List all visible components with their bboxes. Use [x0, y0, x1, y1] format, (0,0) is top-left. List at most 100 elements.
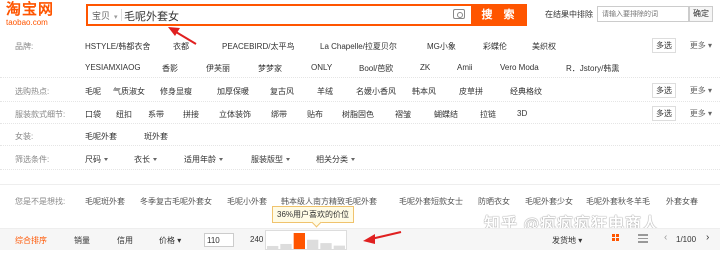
detail-multi-select-button[interactable]: 多选 [652, 106, 676, 121]
hot-item[interactable]: 韩本风 [412, 86, 436, 97]
women-item[interactable]: 毛呢外套 [85, 131, 117, 142]
brand-item[interactable]: 美织权 [532, 41, 556, 52]
women-item[interactable]: 斑外套 [144, 131, 168, 142]
caret-down-icon [104, 158, 108, 162]
suggestion-item[interactable]: 毛呢斑外套 [85, 196, 125, 207]
suggestion-item[interactable]: 毛呢小外套 [227, 196, 267, 207]
brand-item[interactable]: 梦梦家 [258, 63, 282, 74]
hot-item[interactable]: 修身显瘦 [160, 86, 192, 97]
brand-item[interactable]: 香影 [162, 63, 178, 74]
brand-item[interactable]: PEACEBIRD/太平鸟 [222, 41, 294, 52]
hot-item[interactable]: 名媛小香风 [356, 86, 396, 97]
hot-item[interactable]: 羊绒 [317, 86, 333, 97]
price-tooltip: 36%用户喜欢的价位 [272, 206, 355, 223]
sort-sales[interactable]: 销量 [74, 235, 90, 246]
suggestion-item[interactable]: 冬季复古毛呢外套女 [140, 196, 212, 207]
hot-item[interactable]: 毛呢 [85, 86, 101, 97]
hot-more-button[interactable]: 更多 ▾ [690, 85, 712, 96]
brand-item[interactable]: Vero Moda [500, 63, 539, 72]
detail-item[interactable]: 纽扣 [116, 109, 132, 120]
detail-item[interactable]: 系带 [148, 109, 164, 120]
size-dropdown[interactable]: 尺码 [85, 154, 108, 165]
search-box[interactable]: 宝贝 ▾ 毛呢外套女 [86, 4, 473, 26]
exclude-input[interactable] [597, 6, 689, 22]
category-dropdown[interactable]: 相关分类 [316, 154, 355, 165]
logo-domain: taobao.com [6, 18, 48, 27]
brand-item[interactable]: Amii [457, 63, 473, 72]
sort-price-label: 价格 [159, 236, 175, 245]
size-dropdown-label: 尺码 [85, 155, 101, 164]
detail-item[interactable]: 绑带 [271, 109, 287, 120]
brand-item[interactable]: Bool/芭欧 [359, 63, 393, 74]
brand-item[interactable]: ONLY [311, 63, 332, 72]
search-type-select[interactable]: 宝贝 ▾ [92, 9, 118, 22]
brand-item[interactable]: R．Jstory/韩熏 [566, 63, 619, 74]
brand-item[interactable]: HSTYLE/韩都衣舍 [85, 41, 150, 52]
suggestion-item[interactable]: 毛呢外套秋冬羊毛 [586, 196, 650, 207]
detail-item[interactable]: 蝴蝶结 [434, 109, 458, 120]
list-view-icon[interactable] [638, 234, 648, 244]
hot-multi-select-button[interactable]: 多选 [652, 83, 676, 98]
suggestion-item[interactable]: 外套女春 [666, 196, 698, 207]
length-dropdown-label: 衣长 [134, 155, 150, 164]
brand-item[interactable]: La Chapelle/拉夏贝尔 [320, 41, 397, 52]
suggestion-item[interactable]: 毛呢外套少女 [525, 196, 573, 207]
brand-item[interactable]: YESIAMXIAOG [85, 63, 141, 72]
brand-item[interactable]: ZK [420, 63, 430, 72]
detail-item[interactable]: 拉链 [480, 109, 496, 120]
detail-item[interactable]: 3D [517, 109, 527, 118]
prev-page-icon[interactable]: ‹ [664, 232, 667, 243]
detail-item[interactable]: 褶皱 [395, 109, 411, 120]
detail-item[interactable]: 立体装饰 [219, 109, 251, 120]
grid-view-icon[interactable] [612, 234, 622, 244]
sort-price[interactable]: 价格 ▾ [159, 235, 181, 246]
age-dropdown-label: 适用年龄 [184, 155, 216, 164]
brand-item[interactable]: MG小象 [427, 41, 456, 52]
caret-down-icon [153, 158, 157, 162]
next-page-icon[interactable]: › [706, 232, 709, 243]
hot-item[interactable]: 复古风 [270, 86, 294, 97]
detail-item[interactable]: 拼接 [183, 109, 199, 120]
suggestion-item[interactable]: 毛呢外套短款女士 [399, 196, 463, 207]
length-dropdown[interactable]: 衣长 [134, 154, 157, 165]
search-button[interactable]: 搜 索 [473, 4, 527, 26]
women-filter-key: 女装: [15, 132, 34, 141]
sort-default[interactable]: 综合排序 [15, 235, 47, 246]
brand-item[interactable]: 伊芙丽 [206, 63, 230, 74]
ship-from-dropdown[interactable]: 发货地 ▾ [552, 235, 582, 246]
hot-item[interactable]: 加厚保暖 [217, 86, 249, 97]
price-distribution-chart[interactable] [265, 230, 347, 250]
price-distribution-svg [267, 233, 345, 249]
hot-item[interactable]: 皮草拼 [459, 86, 483, 97]
price-min-input[interactable]: 110 [204, 233, 234, 247]
chevron-down-icon: ▾ [114, 14, 118, 21]
price-distribution-bar [267, 245, 279, 249]
suggestion-item[interactable]: 防晒衣女 [478, 196, 510, 207]
taobao-logo[interactable]: 淘宝网 taobao.com [6, 2, 54, 28]
age-dropdown[interactable]: 适用年龄 [184, 154, 223, 165]
hot-item[interactable]: 气质淑女 [113, 86, 145, 97]
criteria-filter-key: 筛选条件: [15, 155, 50, 164]
detail-more-label: 更多 [689, 109, 706, 118]
search-type-label: 宝贝 [92, 11, 111, 21]
sort-credit[interactable]: 信用 [117, 235, 133, 246]
brand-item[interactable]: 彩蝶伦 [483, 41, 507, 52]
detail-item[interactable]: 贴布 [307, 109, 323, 120]
price-distribution-bar [280, 243, 292, 249]
price-max-value[interactable]: 240 [250, 235, 263, 244]
hot-item[interactable]: 经典格纹 [510, 86, 542, 97]
ship-from-label: 发货地 [552, 236, 576, 245]
brand-more-button[interactable]: 更多 ▾ [690, 40, 712, 51]
fit-dropdown[interactable]: 服装版型 [251, 154, 290, 165]
detail-item[interactable]: 口袋 [85, 109, 101, 120]
page-indicator: 1/100 [676, 235, 697, 244]
detail-more-button[interactable]: 更多 ▾ [690, 108, 712, 119]
exclude-confirm-button[interactable]: 确定 [689, 6, 713, 22]
detail-filter-row: 服装款式细节: 口袋 纽扣 系带 拼接 立体装饰 绑带 贴布 树脂固色 褶皱 蝴… [0, 102, 720, 124]
brand-multi-select-button[interactable]: 多选 [652, 38, 676, 53]
criteria-filter-row: 筛选条件: 尺码 衣长 适用年龄 服装版型 相关分类 [0, 146, 720, 170]
brand-item[interactable]: 衣都 [173, 41, 189, 52]
detail-item[interactable]: 树脂固色 [342, 109, 374, 120]
hot-more-label: 更多 [689, 86, 706, 95]
camera-icon[interactable] [453, 9, 465, 19]
